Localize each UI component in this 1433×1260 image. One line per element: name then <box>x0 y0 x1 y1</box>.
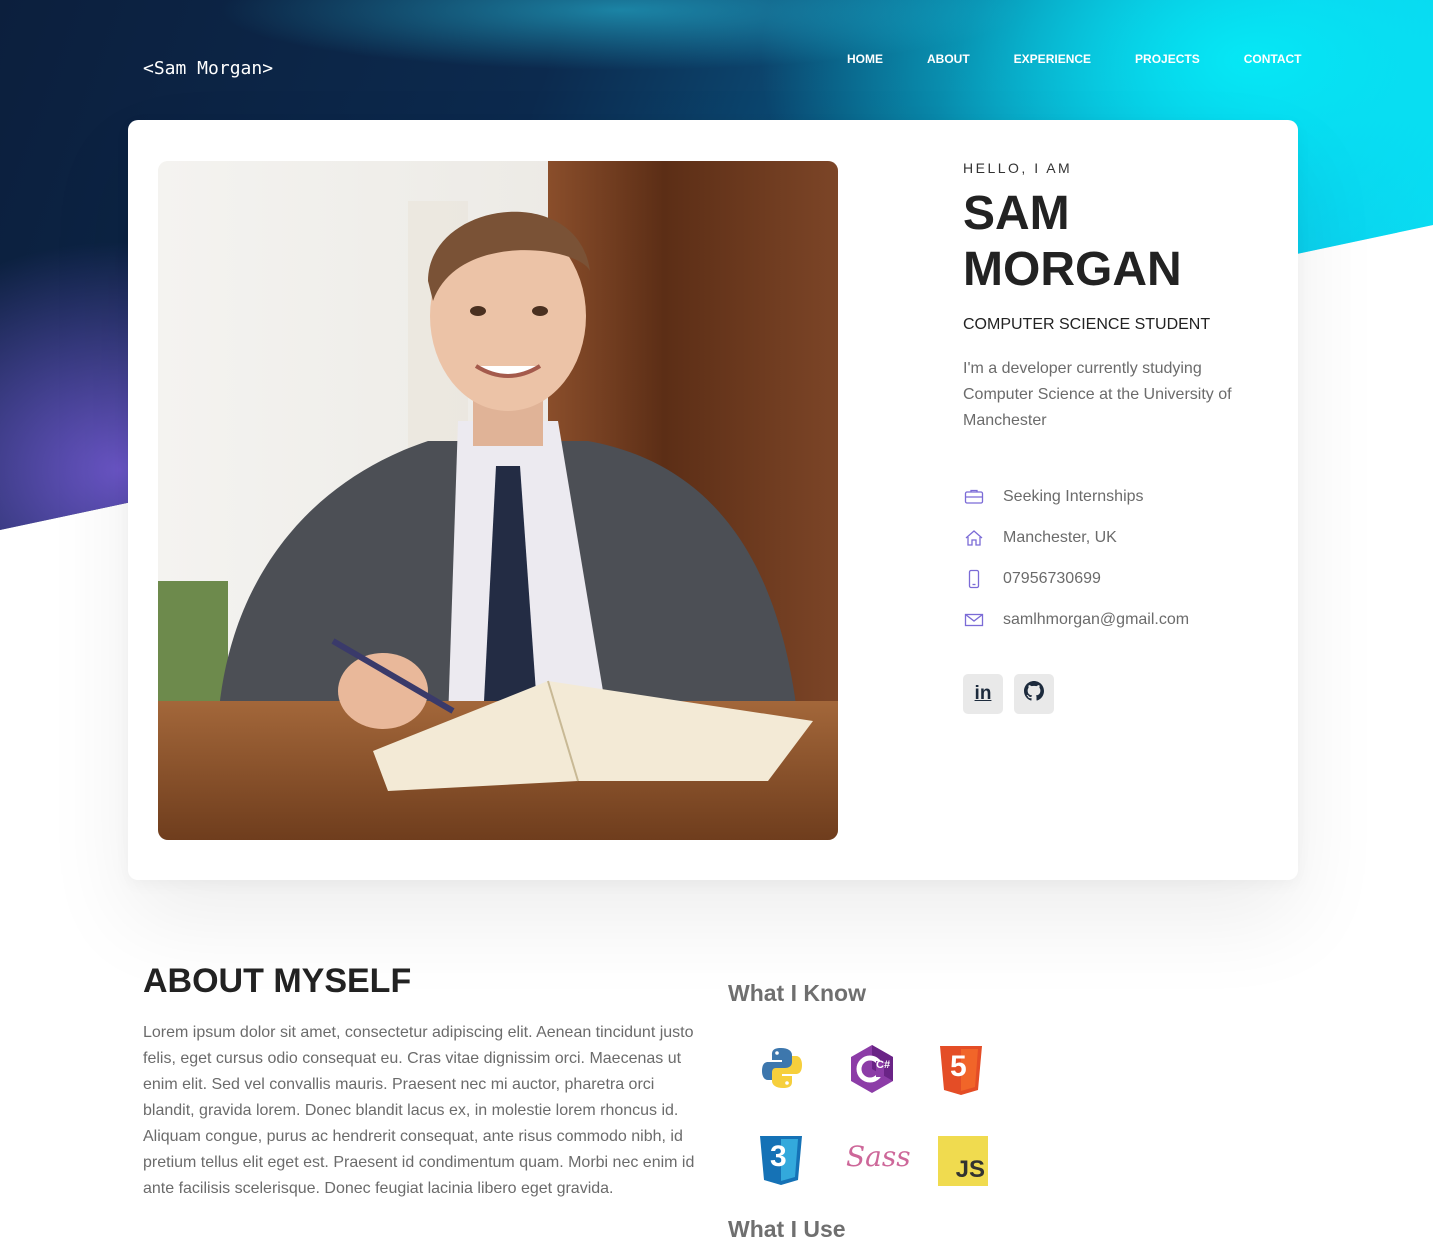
social-links: in <box>963 674 1283 714</box>
javascript-label: JS <box>955 1156 985 1183</box>
profile-name: SAM MORGAN <box>963 186 1283 298</box>
sass-icon: Sass <box>846 1140 911 1192</box>
about-text: Lorem ipsum dolor sit amet, consectetur … <box>143 1024 695 1197</box>
javascript-icon: JS <box>938 1136 988 1186</box>
python-icon <box>758 1044 810 1096</box>
contact-location-text: Manchester, UK <box>1003 528 1117 546</box>
profile-bio: I'm a developer currently studying Compu… <box>963 360 1232 429</box>
html5-label: 5 <box>950 1050 967 1083</box>
home-icon <box>963 527 985 549</box>
contact-status: Seeking Internships <box>963 476 1283 517</box>
name-last: MORGAN <box>963 243 1182 296</box>
nav-projects[interactable]: PROJECTS <box>1135 52 1200 66</box>
sass-label: Sass <box>846 1140 911 1173</box>
site-logo[interactable]: <Sam Morgan> <box>143 58 273 79</box>
nav-about[interactable]: ABOUT <box>927 52 970 66</box>
about-title: ABOUT MYSELF <box>143 962 412 1000</box>
profile-photo-illustration <box>158 161 838 840</box>
contact-list: Seeking Internships Manchester, UK 07956… <box>963 476 1283 640</box>
contact-status-text: Seeking Internships <box>1003 487 1144 505</box>
skills-grid: C# 5 3 Sass JS <box>758 1040 998 1200</box>
contact-phone-text[interactable]: 07956730699 <box>1003 570 1101 588</box>
contact-email[interactable]: samlhmorgan@gmail.com <box>963 599 1283 640</box>
linkedin-button[interactable]: in <box>963 674 1003 714</box>
nav-experience[interactable]: EXPERIENCE <box>1014 52 1091 66</box>
phone-icon <box>963 568 985 590</box>
nav-contact[interactable]: CONTACT <box>1244 52 1302 66</box>
profile-info: HELLO, I AM SAM MORGAN COMPUTER SCIENCE … <box>963 160 1283 714</box>
csharp-icon: C# <box>848 1044 900 1096</box>
contact-location: Manchester, UK <box>963 517 1283 558</box>
what-i-know-title: What I Know <box>728 980 866 1006</box>
nav-home[interactable]: HOME <box>847 52 883 66</box>
mail-icon <box>963 609 985 631</box>
contact-email-text[interactable]: samlhmorgan@gmail.com <box>1003 611 1189 629</box>
linkedin-icon: in <box>974 683 992 704</box>
css3-icon: 3 <box>758 1134 810 1186</box>
css3-label: 3 <box>770 1140 787 1173</box>
contact-phone[interactable]: 07956730699 <box>963 558 1283 599</box>
csharp-label: C# <box>876 1059 891 1071</box>
greeting: HELLO, I AM <box>963 160 1073 176</box>
name-first: SAM <box>963 187 1070 240</box>
profile-role: COMPUTER SCIENCE STUDENT <box>963 316 1211 333</box>
briefcase-icon <box>963 486 985 508</box>
main-nav: HOME ABOUT EXPERIENCE PROJECTS CONTACT <box>847 52 1346 66</box>
html5-icon: 5 <box>938 1044 990 1096</box>
profile-card: HELLO, I AM SAM MORGAN COMPUTER SCIENCE … <box>128 120 1298 880</box>
profile-photo <box>158 161 838 840</box>
github-icon <box>1024 681 1044 707</box>
github-button[interactable] <box>1014 674 1054 714</box>
what-i-use-title: What I Use <box>728 1216 846 1242</box>
